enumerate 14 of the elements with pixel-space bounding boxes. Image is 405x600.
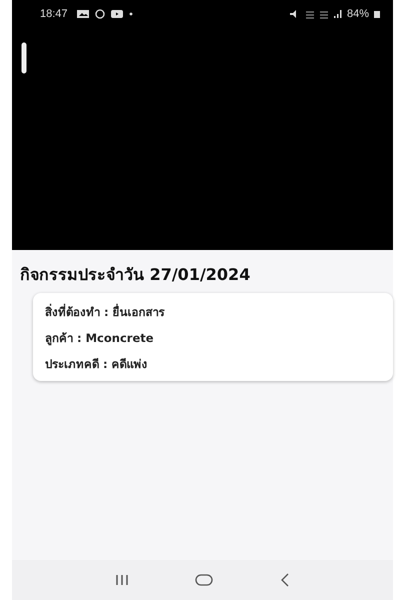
home-icon[interactable] <box>195 574 214 586</box>
recent-apps-icon[interactable] <box>115 574 130 586</box>
vertical-bar-shape <box>21 42 27 74</box>
activity-detail: ลูกค้า : Mconcrete <box>45 330 155 348</box>
video-icon <box>110 9 124 19</box>
activity-detail: สิ่งที่ต้องทำ : ยื่นเอกสาร <box>45 302 166 321</box>
status-time: 18:47 <box>40 8 68 20</box>
activity-detail: ประเภทคดี : คดีแพ่ง <box>45 356 149 373</box>
gallery-icon <box>76 9 90 19</box>
signal-icon <box>332 9 343 19</box>
battery-percent: 84% <box>346 8 369 20</box>
battery-icon <box>373 9 381 19</box>
back-icon[interactable] <box>280 573 290 587</box>
page-heading: กิจกรรมประจำวัน 27/01/2024 <box>20 264 252 286</box>
